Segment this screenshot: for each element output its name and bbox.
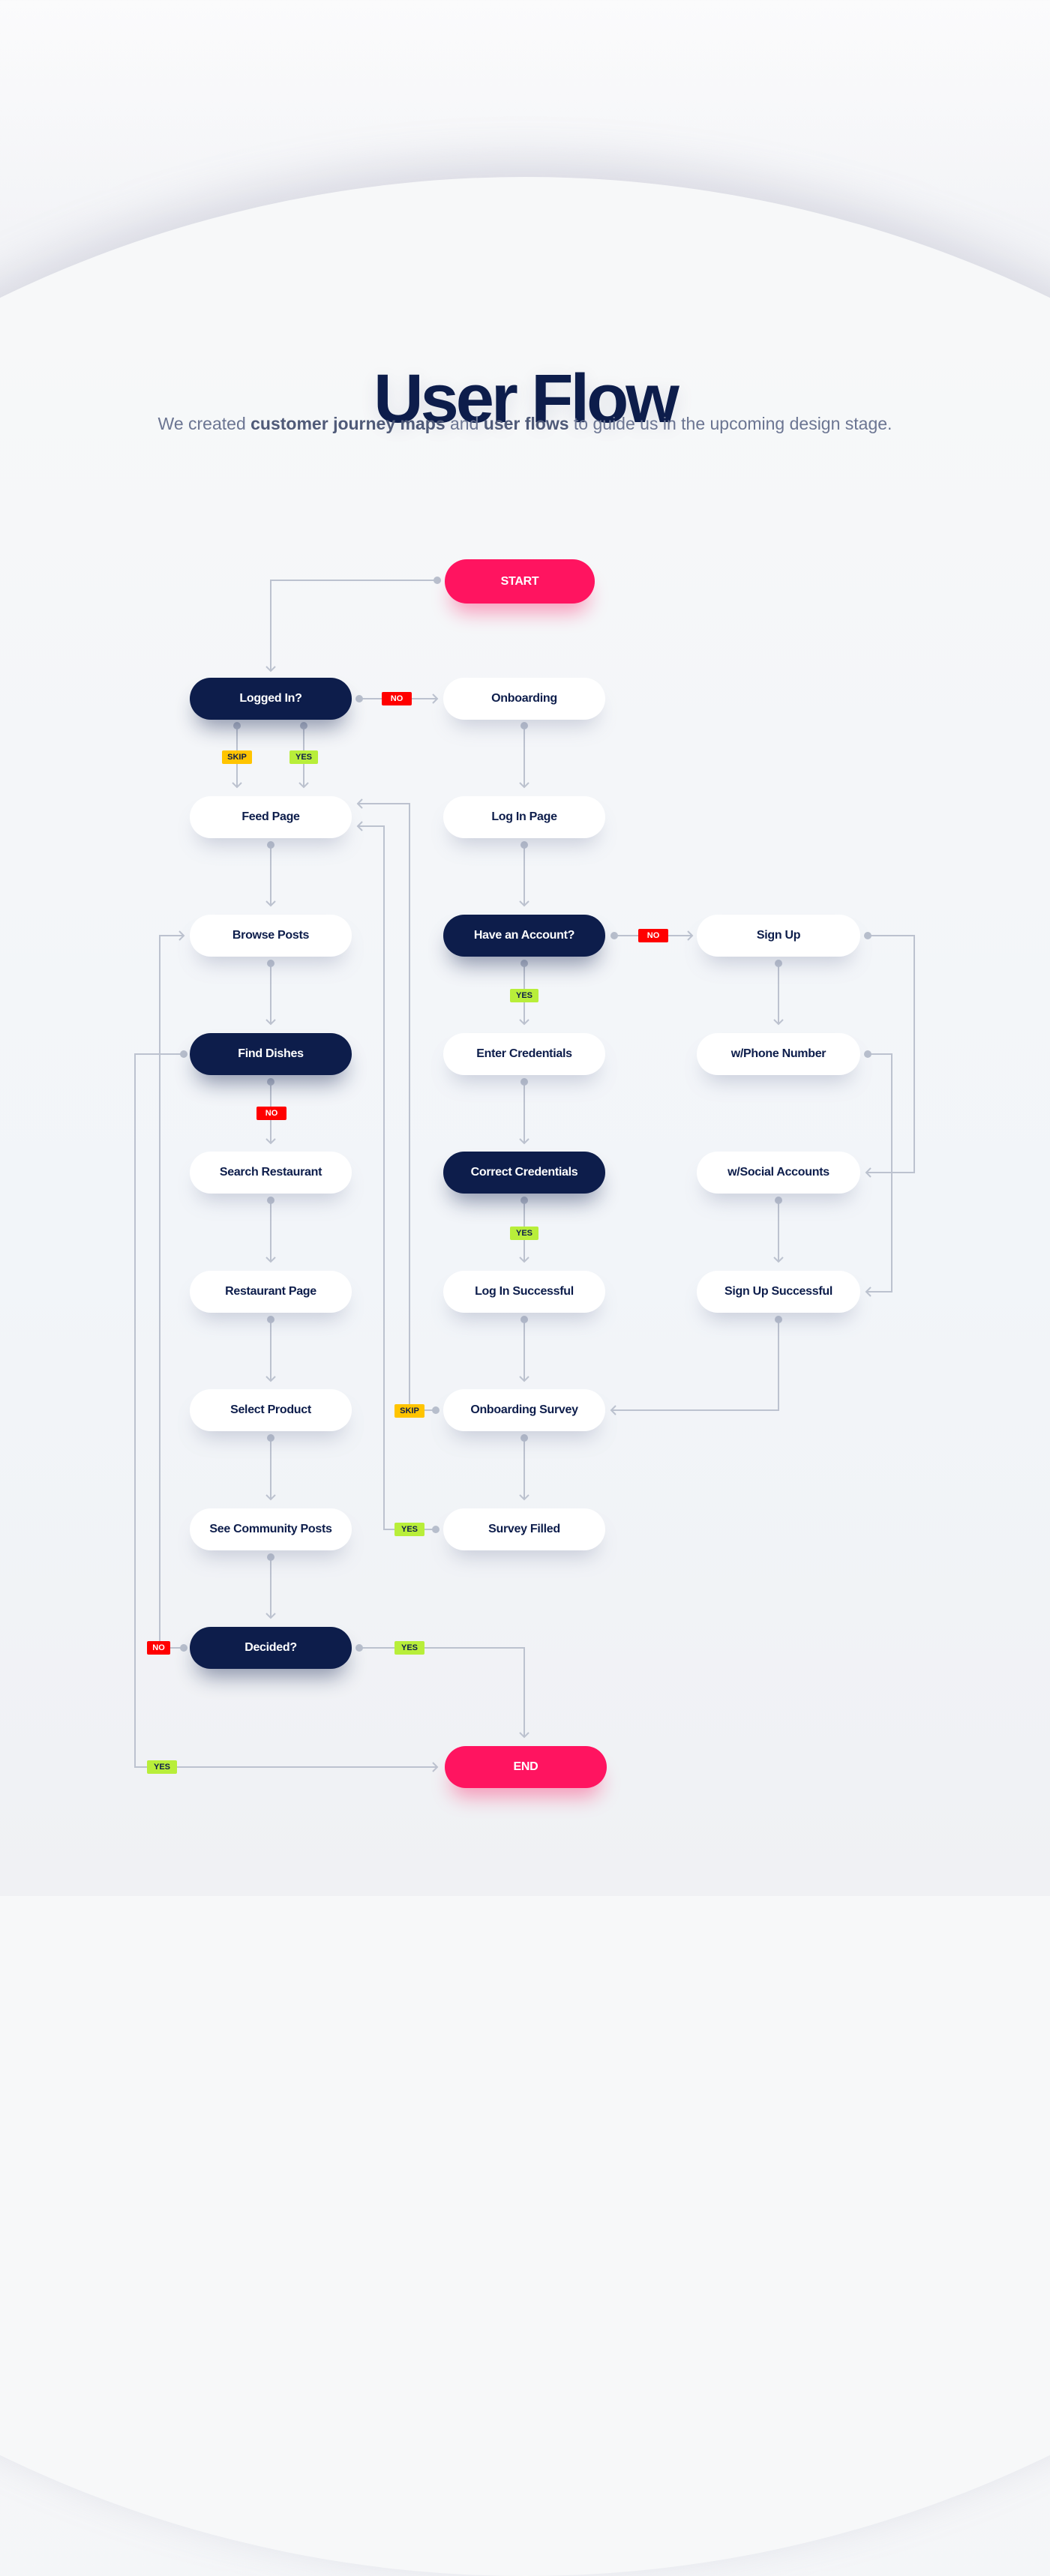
connector-dot: [356, 695, 363, 702]
badge-correct-credentials-yes: YES: [510, 1227, 538, 1240]
connector-dot: [180, 1644, 188, 1652]
node-label: Sign Up Successful: [724, 1285, 832, 1298]
node-survey-filled[interactable]: Survey Filled: [443, 1508, 605, 1550]
node-label: Log In Successful: [475, 1285, 574, 1298]
connector-dot: [520, 1078, 528, 1086]
connector: [611, 1319, 779, 1411]
connector-dot: [520, 841, 528, 849]
badge-logged-in-no: NO: [382, 692, 412, 705]
connector-dot: [520, 722, 528, 729]
node-find-dishes[interactable]: Find Dishes: [190, 1033, 352, 1075]
node-label: Search Restaurant: [219, 1166, 322, 1179]
connector-dot: [180, 1050, 188, 1058]
node-label: See Community Posts: [209, 1523, 332, 1535]
connector: [159, 935, 184, 1649]
node-start[interactable]: START: [445, 559, 595, 604]
node-correct-credentials[interactable]: Correct Credentials: [443, 1152, 605, 1194]
node-label: Correct Credentials: [470, 1166, 578, 1179]
node-social-accounts[interactable]: w/Social Accounts: [697, 1152, 860, 1194]
badge-have-account-yes: YES: [510, 989, 538, 1002]
connector-dot: [775, 960, 782, 967]
connector-dot: [267, 1197, 274, 1204]
node-label: Decided?: [244, 1641, 297, 1654]
node-label: Onboarding Survey: [470, 1403, 578, 1416]
node-label: END: [513, 1760, 538, 1773]
badge-have-account-no: NO: [638, 929, 668, 942]
node-browse-posts[interactable]: Browse Posts: [190, 915, 352, 957]
node-phone-number[interactable]: w/Phone Number: [697, 1033, 860, 1075]
badge-find-dishes-yes: YES: [147, 1760, 177, 1774]
node-label: w/Social Accounts: [728, 1166, 830, 1179]
node-feed-page[interactable]: Feed Page: [190, 796, 352, 838]
node-end[interactable]: END: [445, 1746, 607, 1788]
connector-dot: [267, 960, 274, 967]
badge-survey-skip: SKIP: [394, 1404, 424, 1418]
connector-dot: [233, 722, 241, 729]
connector-dot: [267, 1078, 274, 1086]
node-label: Logged In?: [239, 692, 302, 705]
node-search-restaurant[interactable]: Search Restaurant: [190, 1152, 352, 1194]
node-label: Survey Filled: [488, 1523, 560, 1535]
node-label: Enter Credentials: [476, 1047, 572, 1060]
node-logged-in[interactable]: Logged In?: [190, 678, 352, 720]
connector-dot: [520, 1197, 528, 1204]
connector-dot: [520, 960, 528, 967]
badge-logged-in-yes: YES: [290, 750, 318, 764]
node-label: Sign Up: [756, 929, 801, 942]
connector-dot: [267, 1434, 274, 1442]
node-have-account[interactable]: Have an Account?: [443, 915, 605, 957]
connector-dot: [267, 841, 274, 849]
node-sign-up[interactable]: Sign Up: [697, 915, 860, 957]
node-log-in-successful[interactable]: Log In Successful: [443, 1271, 605, 1313]
connector-dot: [520, 1434, 528, 1442]
connector-dot: [610, 932, 618, 939]
connector: [270, 580, 437, 671]
node-onboarding-survey[interactable]: Onboarding Survey: [443, 1389, 605, 1431]
node-restaurant-page[interactable]: Restaurant Page: [190, 1271, 352, 1313]
node-label: Have an Account?: [473, 929, 575, 942]
node-label: Find Dishes: [238, 1047, 304, 1060]
badge-survey-yes: YES: [394, 1523, 424, 1536]
connector: [358, 825, 436, 1530]
badge-find-dishes-no: NO: [256, 1107, 286, 1120]
connector-dot: [864, 1050, 872, 1058]
connector-dot: [432, 1526, 440, 1533]
node-label: Feed Page: [242, 810, 300, 823]
node-sign-up-successful[interactable]: Sign Up Successful: [697, 1271, 860, 1313]
connector-dot: [434, 577, 441, 584]
node-label: START: [500, 574, 539, 588]
connector-dot: [300, 722, 308, 729]
node-label: w/Phone Number: [730, 1047, 826, 1060]
badge-logged-in-skip: SKIP: [222, 750, 252, 764]
connector-dot: [775, 1197, 782, 1204]
node-label: Log In Page: [491, 810, 557, 823]
node-log-in-page[interactable]: Log In Page: [443, 796, 605, 838]
connector: [358, 803, 436, 1411]
node-label: Restaurant Page: [225, 1285, 316, 1298]
node-label: Onboarding: [491, 692, 557, 705]
node-decided[interactable]: Decided?: [190, 1627, 352, 1669]
node-label: Browse Posts: [232, 929, 310, 942]
connector-dot: [432, 1406, 440, 1414]
connector-dot: [520, 1316, 528, 1323]
badge-decided-yes: YES: [394, 1641, 424, 1655]
connector-dot: [356, 1644, 363, 1652]
node-label: Select Product: [230, 1403, 311, 1416]
connector: [359, 1647, 525, 1737]
connector-dot: [775, 1316, 782, 1323]
node-enter-credentials[interactable]: Enter Credentials: [443, 1033, 605, 1075]
node-onboarding[interactable]: Onboarding: [443, 678, 605, 720]
node-community-posts[interactable]: See Community Posts: [190, 1508, 352, 1550]
node-select-product[interactable]: Select Product: [190, 1389, 352, 1431]
connector-dot: [267, 1316, 274, 1323]
connector-dot: [864, 932, 872, 939]
badge-decided-no: NO: [147, 1641, 170, 1655]
connector-dot: [267, 1553, 274, 1561]
